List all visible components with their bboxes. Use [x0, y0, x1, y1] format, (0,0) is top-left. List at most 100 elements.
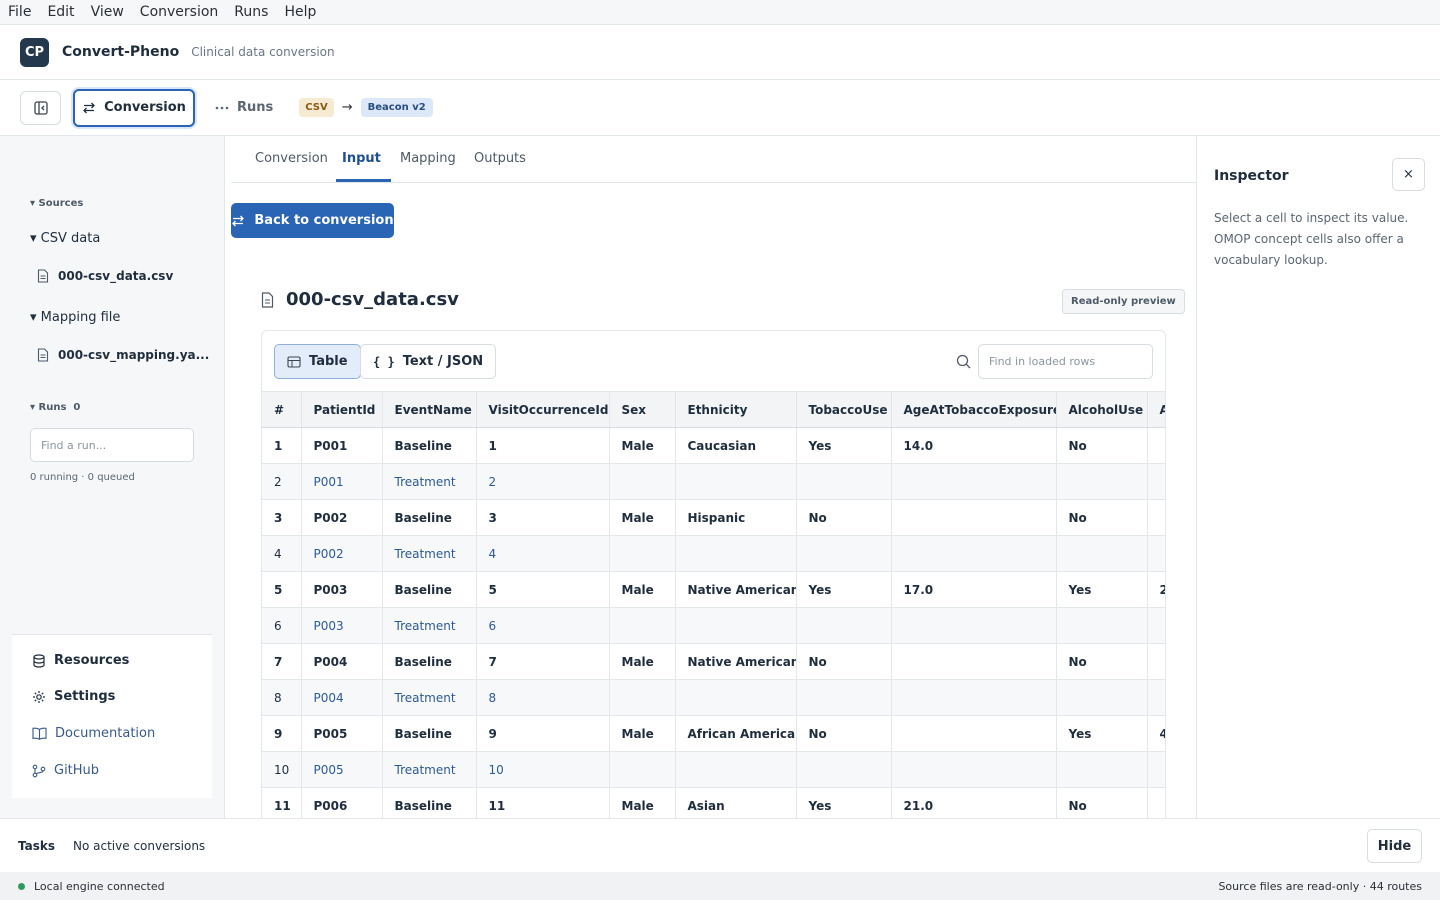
table-cell[interactable]: 4 [476, 535, 610, 572]
row-number-cell[interactable]: 6 [262, 607, 302, 644]
table-cell[interactable]: P005 [301, 715, 383, 752]
table-row[interactable]: 8 P004 Treatment 8 [262, 679, 1165, 716]
table-cell[interactable]: No [796, 715, 892, 752]
table-cell[interactable]: P003 [301, 607, 383, 644]
table-cell[interactable] [891, 607, 1057, 644]
menu-view[interactable]: View [91, 4, 124, 20]
table-cell[interactable]: P001 [301, 427, 383, 464]
table-cell[interactable] [675, 751, 797, 788]
column-header[interactable]: PatientId [301, 391, 383, 428]
table-row[interactable]: 10 P005 Treatment 10 [262, 751, 1165, 788]
table-cell[interactable]: 10 [476, 751, 610, 788]
table-cell[interactable] [675, 535, 797, 572]
table-cell[interactable]: No [1056, 499, 1148, 536]
table-cell[interactable]: Yes [796, 571, 892, 608]
table-cell[interactable]: 1 [476, 427, 610, 464]
menu-runs[interactable]: Runs [234, 4, 268, 20]
table-cell[interactable] [675, 679, 797, 716]
table-cell[interactable] [796, 535, 892, 572]
table-cell[interactable]: Treatment [382, 463, 477, 500]
table-cell[interactable] [1147, 463, 1165, 500]
table-cell[interactable]: Yes [796, 787, 892, 818]
mapping-file-item[interactable]: 000-csv_mapping.ya... [37, 348, 209, 362]
table-cell[interactable]: Treatment [382, 751, 477, 788]
table-cell[interactable]: No [1056, 643, 1148, 680]
table-cell[interactable] [1056, 535, 1148, 572]
table-cell[interactable]: 5 [476, 571, 610, 608]
table-cell[interactable] [796, 679, 892, 716]
text-json-view-button[interactable]: { } Text / JSON [360, 344, 497, 379]
column-header[interactable]: EventName [382, 391, 477, 428]
table-cell[interactable]: Male [609, 715, 676, 752]
table-cell[interactable]: 4 [1147, 715, 1165, 752]
run-search-input[interactable] [30, 428, 194, 462]
table-cell[interactable] [609, 535, 676, 572]
table-cell[interactable] [891, 643, 1057, 680]
table-cell[interactable]: Yes [1056, 715, 1148, 752]
table-cell[interactable]: Treatment [382, 679, 477, 716]
mapping-file-group[interactable]: ▾ Mapping file [30, 310, 120, 325]
column-header[interactable]: A [1147, 391, 1165, 428]
table-cell[interactable] [796, 463, 892, 500]
table-cell[interactable]: 3 [476, 499, 610, 536]
documentation-link[interactable]: Documentation [32, 726, 155, 741]
tab-input[interactable]: Input [342, 151, 381, 166]
table-cell[interactable]: 21.0 [891, 787, 1057, 818]
table-cell[interactable]: Male [609, 499, 676, 536]
table-row[interactable]: 5 P003 Baseline 5 Male Native American Yes 17.0… [262, 571, 1165, 608]
table-cell[interactable] [1147, 427, 1165, 464]
table-cell[interactable]: Yes [796, 427, 892, 464]
row-number-cell[interactable]: 1 [262, 427, 302, 464]
sources-section-toggle[interactable]: ▾ Sources [30, 198, 83, 209]
table-cell[interactable] [891, 535, 1057, 572]
table-cell[interactable]: Hispanic [675, 499, 797, 536]
resources-link[interactable]: Resources [32, 653, 129, 668]
github-link[interactable]: GitHub [32, 763, 99, 778]
table-cell[interactable]: P006 [301, 787, 383, 818]
table-cell[interactable]: No [796, 643, 892, 680]
table-cell[interactable]: 17.0 [891, 571, 1057, 608]
table-cell[interactable]: 8 [476, 679, 610, 716]
runs-section-toggle[interactable]: ▾ Runs 0 [30, 402, 80, 413]
table-cell[interactable]: Male [609, 571, 676, 608]
table-cell[interactable] [1147, 499, 1165, 536]
column-header[interactable]: Ethnicity [675, 391, 797, 428]
menu-help[interactable]: Help [284, 4, 316, 20]
sidebar-toggle-button[interactable] [20, 90, 61, 125]
table-cell[interactable]: P002 [301, 535, 383, 572]
table-cell[interactable] [1056, 607, 1148, 644]
table-cell[interactable] [675, 463, 797, 500]
menu-file[interactable]: File [8, 4, 31, 20]
table-row[interactable]: 2 P001 Treatment 2 [262, 463, 1165, 500]
table-row[interactable]: 4 P002 Treatment 4 [262, 535, 1165, 572]
table-cell[interactable]: Native American [675, 571, 797, 608]
column-header[interactable]: TobaccoUse [796, 391, 892, 428]
table-row[interactable]: 1 P001 Baseline 1 Male Caucasian Yes 14.0 No [262, 427, 1165, 464]
table-cell[interactable]: No [1056, 427, 1148, 464]
table-cell[interactable] [1056, 463, 1148, 500]
csv-data-group[interactable]: ▾ CSV data [30, 231, 100, 246]
table-cell[interactable]: Yes [1056, 571, 1148, 608]
table-row[interactable]: 6 P003 Treatment 6 [262, 607, 1165, 644]
table-cell[interactable] [891, 463, 1057, 500]
table-cell[interactable] [891, 715, 1057, 752]
table-cell[interactable] [1056, 679, 1148, 716]
table-cell[interactable]: 2 [1147, 571, 1165, 608]
table-cell[interactable] [1056, 751, 1148, 788]
table-cell[interactable]: P002 [301, 499, 383, 536]
table-cell[interactable]: Asian [675, 787, 797, 818]
table-cell[interactable]: Male [609, 427, 676, 464]
table-cell[interactable]: Baseline [382, 499, 477, 536]
table-cell[interactable] [675, 607, 797, 644]
back-to-conversion-button[interactable]: Back to conversion [231, 203, 394, 238]
table-cell[interactable]: 6 [476, 607, 610, 644]
table-cell[interactable]: Male [609, 787, 676, 818]
table-cell[interactable] [891, 499, 1057, 536]
table-cell[interactable]: African American [675, 715, 797, 752]
table-row[interactable]: 9P005Baseline9MaleAfrican AmericanNoYes4 [262, 715, 1165, 752]
inspector-close-button[interactable]: × [1392, 158, 1425, 191]
table-cell[interactable]: P004 [301, 679, 383, 716]
table-cell[interactable] [1147, 643, 1165, 680]
row-number-cell[interactable]: 4 [262, 535, 302, 572]
table-cell[interactable] [609, 751, 676, 788]
